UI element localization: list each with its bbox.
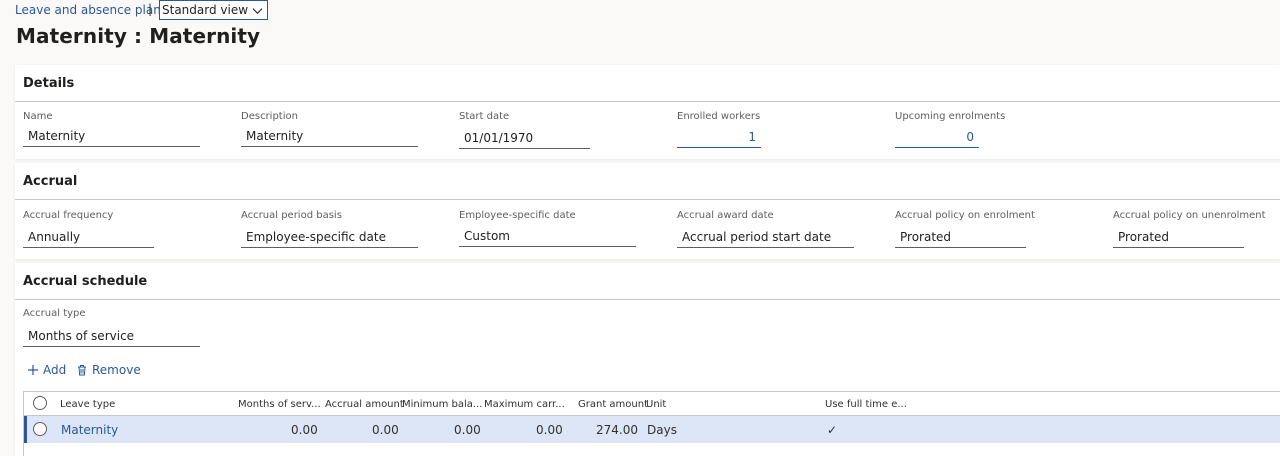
accrual-award-date-select[interactable]: Accrual period start date — [677, 226, 854, 248]
accrual-section: Accrual Accrual frequency Annually Accru… — [15, 163, 1280, 259]
unit-cell: Days — [647, 423, 677, 437]
add-button[interactable]: Add — [27, 363, 66, 377]
minimum-balance-cell: 0.00 — [454, 423, 481, 437]
accrual-frequency-label: Accrual frequency — [23, 210, 114, 221]
column-header-leave-type[interactable]: Leave type — [60, 399, 115, 410]
enrolled-workers-field: Enrolled workers 1 — [677, 111, 761, 148]
accrual-schedule-heading: Accrual schedule — [15, 263, 1280, 300]
column-header-maximum-carry-forward[interactable]: Maximum carr... — [484, 399, 565, 410]
column-header-use-full-time-equivalent[interactable]: Use full time e... — [825, 399, 907, 410]
accrual-heading: Accrual — [15, 163, 1280, 200]
description-field: Description Maternity — [241, 111, 418, 147]
row-select-radio[interactable] — [33, 422, 47, 436]
trash-icon — [78, 365, 86, 376]
grant-amount-cell: 274.00 — [596, 423, 638, 437]
chevron-down-icon — [252, 7, 263, 14]
details-section: Details Name Maternity Description Mater… — [15, 65, 1280, 159]
name-field: Name Maternity — [23, 111, 200, 147]
accrual-policy-unenrolment-label: Accrual policy on unenrolment — [1113, 210, 1266, 221]
start-date-input[interactable]: 01/01/1970 — [459, 127, 590, 149]
accrual-type-label: Accrual type — [23, 308, 86, 319]
name-input[interactable]: Maternity — [23, 125, 200, 147]
remove-button-label: Remove — [92, 363, 141, 377]
remove-button[interactable]: Remove — [76, 363, 141, 377]
column-header-accrual-amount[interactable]: Accrual amount — [325, 399, 404, 410]
enrolled-workers-link[interactable]: 1 — [677, 126, 761, 148]
accrual-award-date-field: Accrual award date Accrual period start … — [677, 210, 854, 248]
employee-specific-date-select[interactable]: Custom — [459, 225, 636, 247]
accrual-policy-enrolment-field: Accrual policy on enrolment Prorated — [895, 210, 1035, 248]
column-header-minimum-balance[interactable]: Minimum bala... — [402, 399, 482, 410]
leave-type-link[interactable]: Maternity — [61, 423, 118, 437]
table-row[interactable]: Maternity 0.00 0.00 0.00 0.00 274.00 Day… — [24, 416, 1280, 443]
accrual-frequency-select[interactable]: Annually — [23, 226, 154, 248]
page-title: Maternity : Maternity — [16, 24, 261, 48]
details-heading: Details — [15, 65, 1280, 102]
accrual-period-basis-select[interactable]: Employee-specific date — [241, 226, 418, 248]
plus-icon — [28, 365, 38, 375]
start-date-label: Start date — [459, 111, 510, 122]
enrolled-workers-label: Enrolled workers — [677, 111, 761, 122]
upcoming-enrolments-label: Upcoming enrolments — [895, 111, 1006, 122]
upcoming-enrolments-link[interactable]: 0 — [895, 126, 979, 148]
column-header-months-of-service[interactable]: Months of serv... — [238, 399, 321, 410]
months-of-service-cell: 0.00 — [291, 423, 318, 437]
accrual-policy-unenrolment-field: Accrual policy on unenrolment Prorated — [1113, 210, 1266, 248]
accrual-period-basis-field: Accrual period basis Employee-specific d… — [241, 210, 418, 248]
view-selector-label: Standard view — [162, 3, 249, 17]
accrual-policy-enrolment-label: Accrual policy on enrolment — [895, 210, 1035, 221]
breadcrumb-link[interactable]: Leave and absence plans — [15, 3, 167, 17]
accrual-policy-enrolment-select[interactable]: Prorated — [895, 226, 1026, 248]
accrual-award-date-label: Accrual award date — [677, 210, 774, 221]
upcoming-enrolments-field: Upcoming enrolments 0 — [895, 111, 1006, 148]
grid-header: Leave type Months of serv... Accrual amo… — [24, 392, 1280, 416]
employee-specific-date-label: Employee-specific date — [459, 210, 576, 221]
accrual-period-basis-label: Accrual period basis — [241, 210, 342, 221]
column-header-unit[interactable]: Unit — [646, 399, 666, 410]
employee-specific-date-field: Employee-specific date Custom — [459, 210, 636, 247]
use-full-time-equivalent-check-icon: ✓ — [827, 423, 838, 437]
add-button-label: Add — [43, 363, 67, 377]
name-label: Name — [23, 111, 53, 122]
start-date-field: Start date 01/01/1970 — [459, 111, 590, 149]
breadcrumb-separator: | — [148, 2, 153, 16]
select-all-radio[interactable] — [33, 396, 47, 410]
accrual-schedule-grid: Leave type Months of serv... Accrual amo… — [23, 391, 1280, 456]
description-input[interactable]: Maternity — [241, 125, 418, 147]
accrual-policy-unenrolment-select[interactable]: Prorated — [1113, 226, 1244, 248]
maximum-carry-forward-cell: 0.00 — [536, 423, 563, 437]
view-selector[interactable]: Standard view — [159, 0, 269, 20]
accrual-type-select[interactable]: Months of service — [23, 325, 200, 347]
description-label: Description — [241, 111, 298, 122]
column-header-grant-amount[interactable]: Grant amount — [578, 399, 648, 410]
accrual-frequency-field: Accrual frequency Annually — [23, 210, 154, 248]
accrual-type-field: Accrual type Months of service — [23, 308, 200, 347]
accrual-amount-cell: 0.00 — [372, 423, 399, 437]
